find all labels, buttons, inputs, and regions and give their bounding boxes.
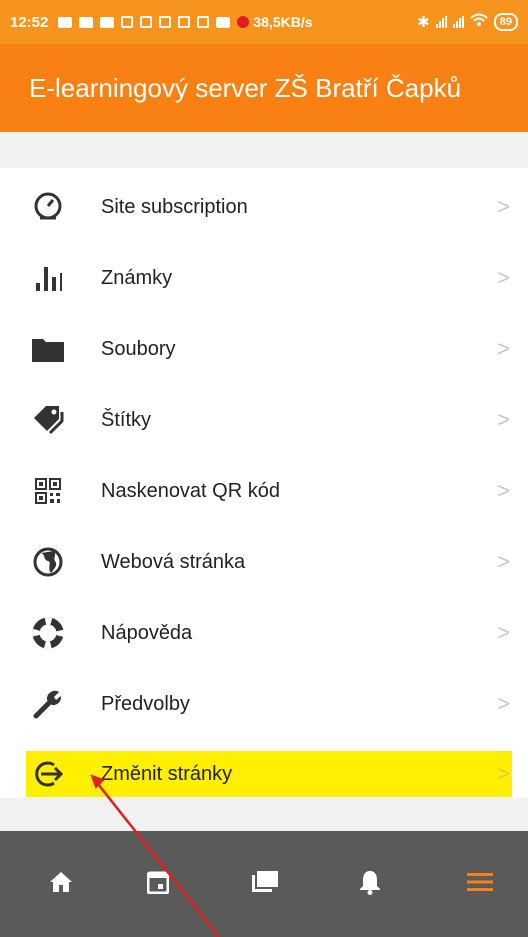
menu-item-label: Soubory (101, 337, 176, 360)
menu-item-label: Známky (101, 266, 173, 289)
menu-item-label: Štítky (101, 408, 152, 431)
bell-icon (359, 869, 381, 900)
gmail-icon (178, 16, 191, 28)
wrench-icon (30, 686, 66, 722)
lifebuoy-icon (30, 615, 66, 651)
menu-item-help[interactable]: Nápověda > (0, 598, 528, 668)
globe-icon (30, 544, 66, 580)
menu-item-site-subscription[interactable]: Site subscription > (0, 172, 528, 242)
chevron-right-icon: > (497, 194, 510, 219)
messages-icon (251, 870, 279, 899)
chevron-right-icon: > (497, 549, 510, 574)
folder-icon (30, 331, 66, 367)
tab-messages[interactable] (225, 831, 305, 937)
page-title: E-learningový server ZŠ Bratří Čapků (29, 72, 462, 103)
bluetooth-icon: ✱ (417, 14, 430, 31)
menu-item-change-site[interactable]: Změnit stránky > (26, 751, 512, 797)
qr-code-icon (30, 473, 66, 509)
youtube-icon (216, 16, 231, 28)
menu-item-website[interactable]: Webová stránka > (0, 527, 528, 597)
bottom-tab-bar (0, 831, 528, 937)
exit-icon (30, 756, 66, 792)
notification-icons (58, 16, 250, 28)
status-bar: 12:52 38,5KB/s ✱ 89 (0, 0, 528, 44)
menu-item-scan-qr[interactable]: Naskenovat QR kód > (0, 456, 528, 526)
menu-item-files[interactable]: Soubory > (0, 314, 528, 384)
menu-item-label: Předvolby (101, 692, 190, 715)
tab-calendar[interactable] (118, 831, 198, 937)
tab-home[interactable] (21, 831, 101, 937)
signal-icon (452, 16, 464, 28)
app-header: E-learningový server ZŠ Bratří Čapků (0, 44, 528, 132)
wifi-icon (470, 13, 488, 31)
tab-notifications[interactable] (330, 831, 410, 937)
mail-icon (58, 16, 73, 28)
speedometer-icon (30, 189, 66, 225)
bar-chart-icon (30, 260, 66, 296)
mail-icon (100, 16, 115, 28)
chevron-right-icon: > (497, 761, 510, 786)
chevron-right-icon: > (497, 691, 510, 716)
tab-more-menu[interactable] (440, 831, 520, 937)
menu-item-label: Změnit stránky (101, 762, 233, 785)
menu-item-label: Naskenovat QR kód (101, 479, 280, 502)
chevron-right-icon: > (497, 336, 510, 361)
status-time: 12:52 (10, 13, 49, 31)
chevron-right-icon: > (497, 620, 510, 645)
record-icon (237, 16, 250, 28)
menu-item-grades[interactable]: Známky > (0, 243, 528, 313)
menu-item-label: Site subscription (101, 195, 248, 218)
battery-indicator: 89 (493, 13, 518, 31)
network-speed: 38,5KB/s (253, 14, 313, 30)
menu-item-preferences[interactable]: Předvolby > (0, 669, 528, 739)
menu-item-tags[interactable]: Štítky > (0, 385, 528, 455)
chevron-right-icon: > (497, 265, 510, 290)
chevron-right-icon: > (497, 407, 510, 432)
signal-icon (435, 16, 447, 28)
tags-icon (30, 402, 66, 438)
download-icon (197, 16, 210, 28)
tools-icon (159, 16, 172, 28)
home-icon (49, 871, 73, 898)
menu-item-label: Nápověda (101, 621, 193, 644)
menu-list: Site subscription > Známky > Soubory > Š… (0, 168, 528, 798)
chevron-right-icon: > (497, 478, 510, 503)
menu-icon (467, 872, 493, 897)
calendar-icon (146, 870, 170, 899)
mail-icon (79, 16, 94, 28)
menu-item-label: Webová stránka (101, 550, 246, 573)
app-icon (121, 16, 134, 28)
grid-app-icon (140, 16, 153, 28)
